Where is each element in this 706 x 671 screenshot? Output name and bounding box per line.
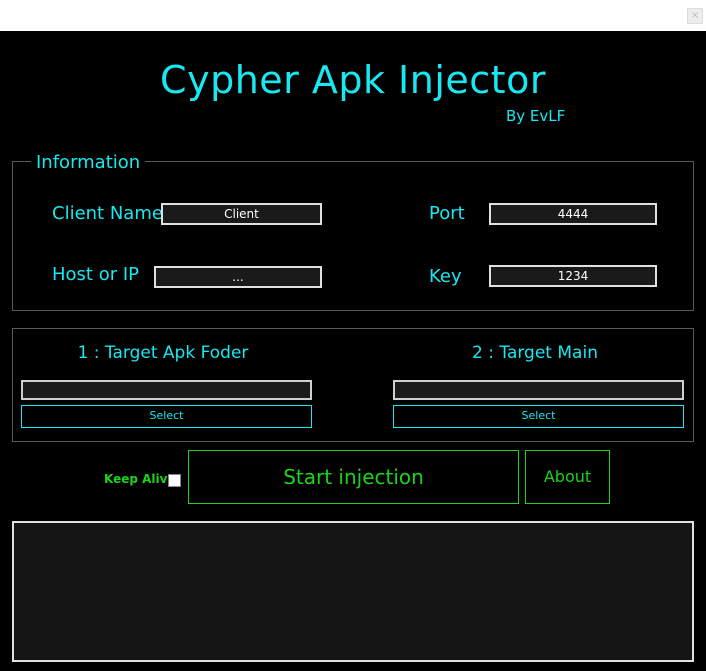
information-legend: Information [31, 154, 146, 172]
start-injection-button[interactable]: Start injection [188, 450, 519, 504]
target-main-label: 2 : Target Main [472, 343, 598, 363]
about-button[interactable]: About [525, 450, 610, 504]
window-titlebar: × [0, 0, 706, 31]
host-label: Host or IP [52, 264, 140, 285]
close-icon[interactable]: × [687, 8, 703, 24]
client-name-label: Client Name [52, 203, 163, 224]
apk-folder-select-button[interactable]: Select [21, 405, 312, 428]
host-field[interactable]: ... [154, 266, 322, 288]
keep-alive-checkbox[interactable] [168, 474, 181, 487]
author-label: By EvLF [506, 107, 566, 125]
target-main-path-input[interactable] [393, 380, 684, 400]
key-label: Key [429, 266, 462, 287]
keep-alive-label: Keep Alive [104, 472, 176, 486]
target-main-select-button[interactable]: Select [393, 405, 684, 428]
information-group: Information Client Name Client Port 4444… [12, 154, 694, 311]
key-field[interactable]: 1234 [489, 265, 657, 287]
log-output[interactable] [12, 521, 694, 662]
apk-folder-path-input[interactable] [21, 380, 312, 400]
apk-folder-label: 1 : Target Apk Foder [77, 343, 249, 363]
client-name-field[interactable]: Client [161, 203, 322, 225]
port-label: Port [429, 203, 465, 224]
app-title: Cypher Apk Injector [160, 58, 546, 102]
port-field[interactable]: 4444 [489, 203, 657, 225]
targets-group: 1 : Target Apk Foder Select 2 : Target M… [12, 328, 694, 442]
